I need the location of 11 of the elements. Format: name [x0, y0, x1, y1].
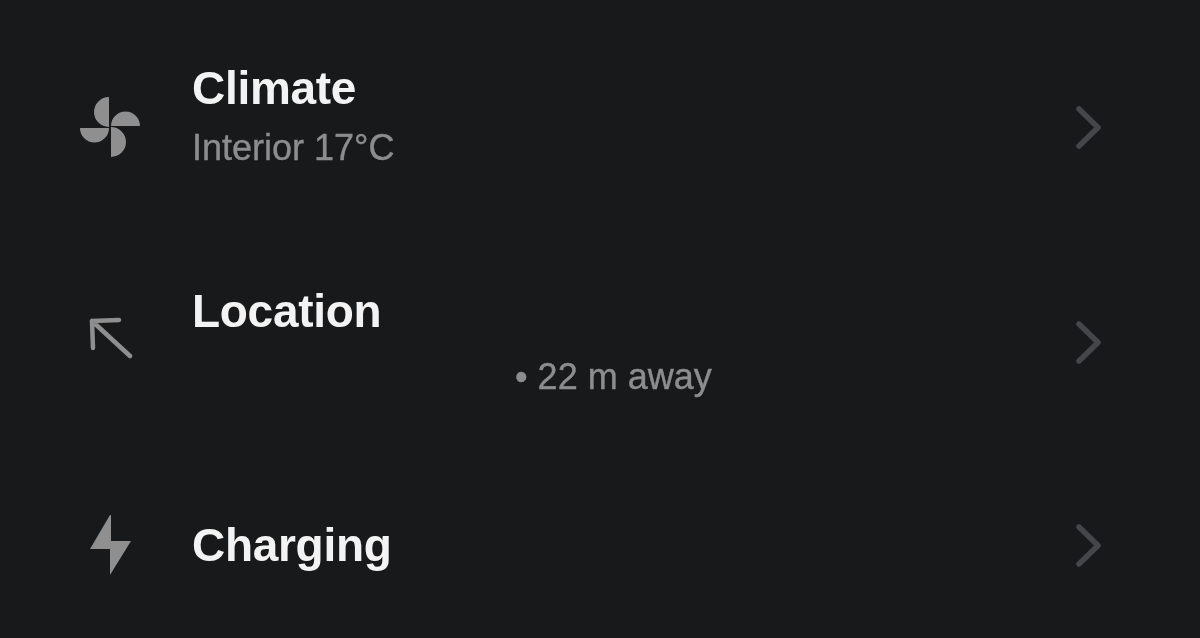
row-title: Location — [192, 284, 382, 338]
lightning-bolt-icon — [90, 515, 131, 575]
row-subtitle: • 22 m away — [515, 355, 712, 399]
row-title: Charging — [192, 518, 392, 572]
chevron-right-icon[interactable] — [1075, 319, 1102, 365]
row-subtitle: Interior 17°C — [192, 126, 395, 170]
chevron-right-icon[interactable] — [1075, 522, 1102, 568]
chevron-right-icon[interactable] — [1075, 104, 1102, 150]
arrow-up-left-icon — [89, 317, 133, 359]
fan-icon — [80, 97, 140, 157]
row-title: Climate — [192, 61, 357, 115]
